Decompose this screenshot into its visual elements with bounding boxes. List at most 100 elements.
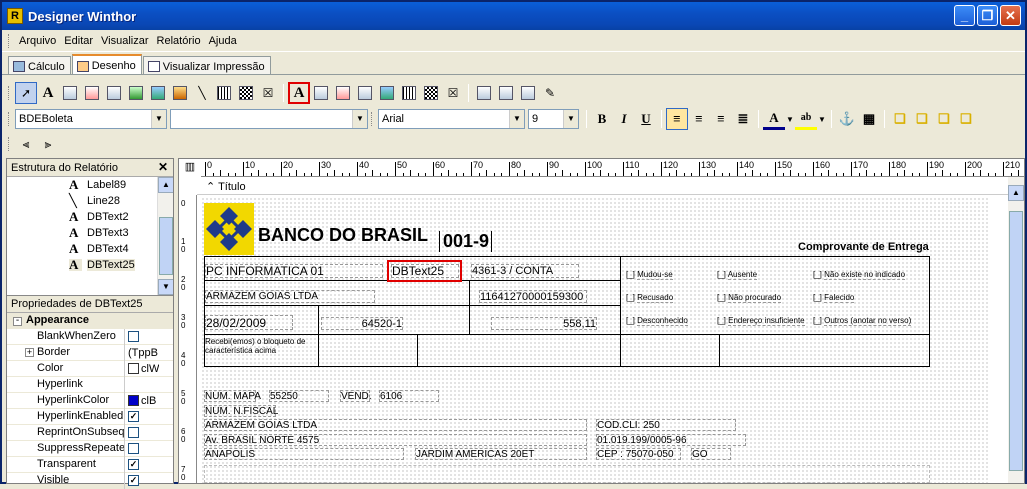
- property-value[interactable]: [125, 331, 139, 342]
- tree-item[interactable]: A DBText4: [7, 241, 173, 257]
- menu-arquivo[interactable]: Arquivo: [15, 35, 60, 47]
- company-field[interactable]: PC INFORMATICA 01: [205, 264, 383, 278]
- tree-item-selected[interactable]: A DBText25: [7, 257, 173, 273]
- property-row[interactable]: ReprintOnSubsequ: [7, 424, 173, 441]
- grip-icon[interactable]: [8, 86, 11, 100]
- dbbarcode-tool-icon[interactable]: [398, 82, 420, 104]
- property-row[interactable]: BlankWhenZero: [7, 328, 173, 345]
- cnpj-field[interactable]: 01.019.199/0005-96: [596, 434, 746, 446]
- property-value[interactable]: clW: [125, 363, 159, 375]
- property-row[interactable]: Color clW: [7, 360, 173, 377]
- district-field[interactable]: JARDIM AMERICAS 20ET: [415, 448, 587, 460]
- property-row[interactable]: HyperlinkColor clB: [7, 392, 173, 409]
- bold-button[interactable]: B: [591, 108, 613, 130]
- agency-field[interactable]: 4361-3 / CONTA: [471, 264, 579, 278]
- date-field[interactable]: 28/02/2009: [205, 315, 293, 330]
- checked-checkbox-icon[interactable]: ✓: [128, 475, 139, 486]
- scroll-down-icon[interactable]: ▼: [158, 279, 173, 295]
- band-collapse-icon[interactable]: ⌃: [206, 181, 215, 193]
- send-to-back-icon[interactable]: ❏: [911, 108, 933, 130]
- minimize-button[interactable]: _: [954, 5, 975, 26]
- align-center-icon[interactable]: ≡: [688, 108, 710, 130]
- space-evenly-icon[interactable]: ⫸: [37, 133, 59, 155]
- shape-tool-icon[interactable]: [169, 82, 191, 104]
- dbcalc-tool-icon[interactable]: [354, 82, 376, 104]
- ruler-units-icon[interactable]: ▥: [179, 159, 201, 177]
- chevron-down-icon[interactable]: ▼: [817, 108, 827, 130]
- tree-scrollbar[interactable]: ▲ ▼: [157, 177, 173, 295]
- subreport-tool-icon[interactable]: [495, 82, 517, 104]
- font-select[interactable]: Arial ▼: [378, 109, 525, 129]
- reason-checkbox-icon[interactable]: [_]: [813, 270, 824, 279]
- client-line-field[interactable]: ARMAZEM GOIAS LTDA: [204, 419, 587, 431]
- design-scrollbar[interactable]: ▲: [1008, 177, 1024, 483]
- richtext-tool-icon[interactable]: [81, 82, 103, 104]
- barcode-tool-icon[interactable]: [213, 82, 235, 104]
- cod-cli-field[interactable]: COD.CLI: 250: [596, 419, 736, 431]
- pagebreak-tool-icon[interactable]: [517, 82, 539, 104]
- tree-item[interactable]: A Label89: [7, 177, 173, 193]
- category-row[interactable]: - Appearance: [7, 313, 173, 329]
- return-reason-item[interactable]: [_] Não procurado: [717, 293, 782, 303]
- restore-button[interactable]: ❐: [977, 5, 998, 26]
- reason-checkbox-icon[interactable]: [_]: [717, 270, 728, 279]
- checkbox-tool-icon[interactable]: ☒: [257, 82, 279, 104]
- cep-field[interactable]: CEP : 75070-050: [596, 448, 681, 460]
- line-tool-icon[interactable]: ╲: [191, 82, 213, 104]
- property-value[interactable]: ✓: [125, 475, 139, 486]
- property-value[interactable]: ✓: [125, 411, 139, 422]
- return-reason-item[interactable]: [_] Outros (anotar no verso): [813, 316, 912, 326]
- grip-icon[interactable]: [8, 33, 11, 48]
- menu-ajuda[interactable]: Ajuda: [205, 35, 241, 47]
- anchor-icon[interactable]: ⚓: [836, 108, 858, 130]
- variable-tool-icon[interactable]: [125, 82, 147, 104]
- calc-tool-icon[interactable]: [103, 82, 125, 104]
- pointer-tool-icon[interactable]: ➚: [15, 82, 37, 104]
- align-left-icon[interactable]: ≡: [666, 108, 688, 130]
- our-number-field[interactable]: 11641270000159300: [479, 290, 587, 303]
- property-row[interactable]: HyperlinkEnabled ✓: [7, 408, 173, 425]
- dbcheckbox-tool-icon[interactable]: ☒: [442, 82, 464, 104]
- address-field[interactable]: Av. BRASIL NORTE 4575: [204, 434, 587, 446]
- memo-tool-icon[interactable]: [59, 82, 81, 104]
- property-row[interactable]: Hyperlink: [7, 376, 173, 393]
- region-tool-icon[interactable]: [473, 82, 495, 104]
- checked-checkbox-icon[interactable]: ✓: [128, 459, 139, 470]
- band-header[interactable]: ⌃ Título: [197, 179, 1008, 195]
- italic-button[interactable]: I: [613, 108, 635, 130]
- vend-field[interactable]: 6106: [379, 390, 439, 402]
- title-bar[interactable]: R Designer Winthor _ ❐ ✕: [2, 2, 1025, 30]
- city-field[interactable]: ANAPOLIS: [204, 448, 404, 460]
- return-reason-item[interactable]: [_] Recusado: [626, 293, 674, 303]
- menu-visualizar[interactable]: Visualizar: [97, 35, 153, 47]
- state-field[interactable]: GO: [691, 448, 731, 460]
- menu-editar[interactable]: Editar: [60, 35, 97, 47]
- highlight-color-icon[interactable]: ab: [795, 108, 817, 130]
- property-row[interactable]: Transparent ✓: [7, 456, 173, 473]
- dataset-select[interactable]: BDEBoleta ▼: [15, 109, 167, 129]
- collapse-icon[interactable]: -: [13, 315, 22, 326]
- unchecked-checkbox-icon[interactable]: [128, 443, 139, 454]
- grip-icon[interactable]: [8, 137, 11, 151]
- property-row[interactable]: + Border (TppB: [7, 344, 173, 361]
- client-name-field[interactable]: ARMAZEM GOIAS LTDA: [205, 290, 375, 303]
- bank-code[interactable]: 001-9: [439, 231, 493, 252]
- dbtext-tool-icon[interactable]: A: [288, 82, 310, 104]
- reason-checkbox-icon[interactable]: [_]: [626, 270, 637, 279]
- property-value[interactable]: [125, 427, 139, 438]
- close-button[interactable]: ✕: [1000, 5, 1021, 26]
- return-reason-item[interactable]: [_] Ausente: [717, 270, 758, 280]
- tree-item[interactable]: A DBText3: [7, 225, 173, 241]
- scroll-thumb[interactable]: [1009, 211, 1023, 471]
- tab-desenho[interactable]: Desenho: [71, 54, 142, 74]
- scroll-thumb[interactable]: [159, 217, 173, 275]
- property-row[interactable]: SuppressRepeated: [7, 440, 173, 457]
- chevron-down-icon[interactable]: ▼: [563, 110, 578, 128]
- reason-checkbox-icon[interactable]: [_]: [717, 316, 728, 325]
- tab-calculo[interactable]: Cálculo: [8, 56, 71, 74]
- unchecked-checkbox-icon[interactable]: [128, 427, 139, 438]
- tree-item[interactable]: ╲ Line28: [7, 193, 173, 209]
- return-reason-item[interactable]: [_] Endereço insuficiente: [717, 316, 805, 326]
- tree-item[interactable]: A DBText2: [7, 209, 173, 225]
- receipt-note[interactable]: Recebi(emos) o bloqueto de característic…: [205, 337, 315, 355]
